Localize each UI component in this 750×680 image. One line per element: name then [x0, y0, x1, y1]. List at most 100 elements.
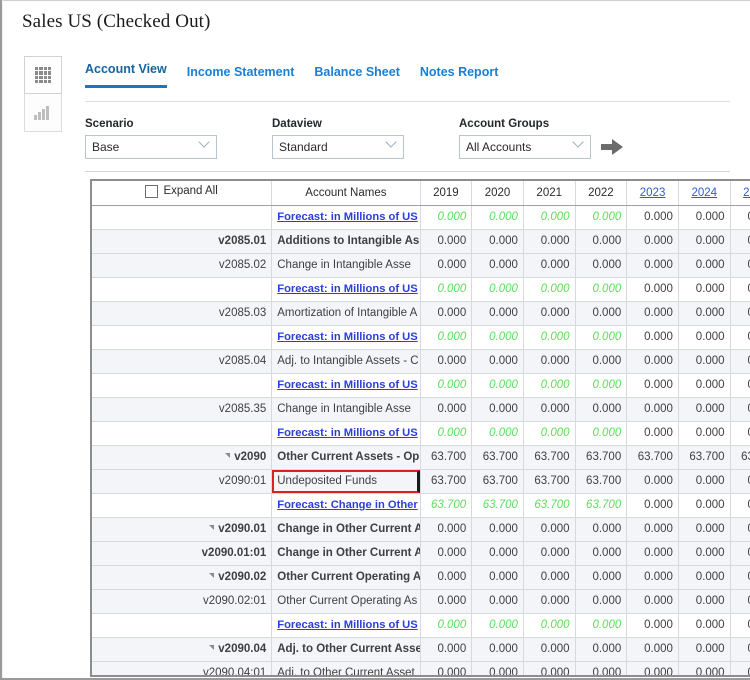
value-cell-2024[interactable]: 0.000 [678, 277, 731, 302]
value-cell-2025[interactable]: 0.000 [730, 229, 750, 254]
value-cell-2021[interactable]: 0.000 [523, 373, 576, 398]
value-cell-2023[interactable]: 0.000 [626, 541, 679, 566]
tab-notes-report[interactable]: Notes Report [420, 65, 498, 88]
account-name-cell[interactable]: Change in Other Current A [271, 541, 421, 566]
value-cell-2024[interactable]: 0.000 [678, 421, 731, 446]
value-cell-2024[interactable]: 0.000 [678, 325, 731, 350]
table-row[interactable]: v2085.04 Adj. to Intangible Assets - C 0.0… [92, 349, 750, 374]
value-cell-2022[interactable]: 63.700 [575, 493, 628, 518]
value-cell-2023[interactable]: 0.000 [626, 493, 679, 518]
value-cell-2021[interactable]: 0.000 [523, 325, 576, 350]
value-cell-2021[interactable]: 0.000 [523, 229, 576, 254]
scenario-select[interactable]: Base [85, 135, 217, 159]
table-row[interactable]: Forecast: in Millions of US 0.000 0.000 0.0… [92, 613, 750, 638]
value-cell-2025[interactable]: 0.000 [730, 637, 750, 662]
chart-view-button[interactable] [24, 94, 62, 132]
value-cell-2025[interactable]: 0.000 [730, 349, 750, 374]
tab-income-statement[interactable]: Income Statement [187, 65, 295, 88]
value-cell-2019[interactable]: 0.000 [420, 253, 473, 278]
value-cell-2021[interactable]: 63.700 [523, 493, 576, 518]
value-cell-2021[interactable]: 0.000 [523, 613, 576, 638]
value-cell-2025[interactable]: 0.000 [730, 589, 750, 614]
value-cell-2021[interactable]: 0.000 [523, 565, 576, 590]
value-cell-2020[interactable]: 0.000 [471, 229, 524, 254]
value-cell-2022[interactable]: 0.000 [575, 205, 628, 230]
value-cell-2024[interactable]: 0.000 [678, 469, 731, 494]
table-row[interactable]: v2090:01 Undeposited Funds 63.700 63.700 63.… [92, 469, 750, 494]
value-cell-2025[interactable]: 0.000 [730, 613, 750, 638]
value-cell-2025[interactable]: 0.000 [730, 493, 750, 518]
account-name-cell[interactable]: Forecast: in Millions of US [271, 421, 421, 446]
value-cell-2024[interactable]: 0.000 [678, 637, 731, 662]
value-cell-2020[interactable]: 0.000 [471, 517, 524, 542]
table-row[interactable]: v2085.35 Change in Intangible Asse 0.000 0.… [92, 397, 750, 422]
value-cell-2019[interactable]: 0.000 [420, 325, 473, 350]
value-cell-2022[interactable]: 0.000 [575, 253, 628, 278]
account-name-cell[interactable]: Other Current Operating A [271, 565, 421, 590]
table-row[interactable]: v2090.02 Other Current Operating A 0.000 0.… [92, 565, 750, 590]
value-cell-2024[interactable]: 0.000 [678, 661, 731, 675]
table-row[interactable]: v2090.02:01 Other Current Operating As 0.0… [92, 589, 750, 614]
value-cell-2021[interactable]: 0.000 [523, 253, 576, 278]
value-cell-2022[interactable]: 0.000 [575, 349, 628, 374]
account-name-cell[interactable]: Additions to Intangible As [271, 229, 421, 254]
value-cell-2020[interactable]: 0.000 [471, 661, 524, 675]
value-cell-2019[interactable]: 0.000 [420, 541, 473, 566]
account-name-cell[interactable]: Forecast: in Millions of US [271, 277, 421, 302]
value-cell-2024[interactable]: 0.000 [678, 253, 731, 278]
value-cell-2022[interactable]: 0.000 [575, 301, 628, 326]
value-cell-2019[interactable]: 63.700 [420, 469, 473, 494]
value-cell-2023[interactable]: 0.000 [626, 325, 679, 350]
forecast-link[interactable]: Forecast: in Millions of US [277, 211, 417, 223]
value-cell-2019[interactable]: 0.000 [420, 229, 473, 254]
value-cell-2019[interactable]: 0.000 [420, 661, 473, 675]
value-cell-2020[interactable]: 0.000 [471, 589, 524, 614]
value-cell-2025[interactable]: 0.000 [730, 373, 750, 398]
value-cell-2021[interactable]: 0.000 [523, 349, 576, 374]
value-cell-2019[interactable]: 0.000 [420, 373, 473, 398]
table-row[interactable]: Forecast: in Millions of US 0.000 0.000 0.0… [92, 205, 750, 230]
value-cell-2025[interactable]: 0.000 [730, 325, 750, 350]
tab-balance-sheet[interactable]: Balance Sheet [314, 65, 399, 88]
value-cell-2025[interactable]: 0.000 [730, 301, 750, 326]
value-cell-2020[interactable]: 63.700 [471, 469, 524, 494]
value-cell-2019[interactable]: 0.000 [420, 613, 473, 638]
account-grid[interactable]: Expand All Account Names 2019 2020 2021 … [90, 179, 750, 677]
value-cell-2023[interactable]: 0.000 [626, 661, 679, 675]
value-cell-2020[interactable]: 63.700 [471, 493, 524, 518]
value-cell-2021[interactable]: 0.000 [523, 421, 576, 446]
value-cell-2023[interactable]: 0.000 [626, 229, 679, 254]
value-cell-2023[interactable]: 0.000 [626, 349, 679, 374]
value-cell-2024[interactable]: 0.000 [678, 301, 731, 326]
value-cell-2022[interactable]: 0.000 [575, 613, 628, 638]
table-row[interactable]: v2085.01 Additions to Intangible As 0.000 0… [92, 229, 750, 254]
tab-account-view[interactable]: Account View [85, 62, 167, 88]
value-cell-2021[interactable]: 0.000 [523, 637, 576, 662]
value-cell-2023[interactable]: 0.000 [626, 277, 679, 302]
table-row[interactable]: Forecast: in Millions of US 0.000 0.000 0.0… [92, 373, 750, 398]
account-name-cell[interactable]: Forecast: in Millions of US [271, 205, 421, 230]
account-name-cell[interactable]: Change in Intangible Asse [271, 397, 421, 422]
value-cell-2022[interactable]: 0.000 [575, 229, 628, 254]
value-cell-2019[interactable]: 0.000 [420, 565, 473, 590]
value-cell-2019[interactable]: 0.000 [420, 277, 473, 302]
value-cell-2022[interactable]: 63.700 [575, 445, 628, 470]
value-cell-2019[interactable]: 63.700 [420, 493, 473, 518]
table-row[interactable]: Forecast: in Millions of US 0.000 0.000 0.0… [92, 325, 750, 350]
value-cell-2025[interactable]: 0.000 [730, 421, 750, 446]
year-header-2023[interactable]: 2023 [626, 181, 679, 206]
value-cell-2022[interactable]: 0.000 [575, 661, 628, 675]
account-name-cell[interactable]: Forecast: Change in Other [271, 493, 421, 518]
value-cell-2024[interactable]: 0.000 [678, 229, 731, 254]
grid-view-button[interactable] [24, 56, 62, 94]
table-row[interactable]: Forecast: Change in Other 63.700 63.700 63.… [92, 493, 750, 518]
value-cell-2024[interactable]: 0.000 [678, 349, 731, 374]
value-cell-2024[interactable]: 0.000 [678, 493, 731, 518]
value-cell-2021[interactable]: 0.000 [523, 205, 576, 230]
account-name-cell[interactable]: Other Current Assets - Op [271, 445, 421, 470]
value-cell-2021[interactable]: 0.000 [523, 397, 576, 422]
value-cell-2023[interactable]: 0.000 [626, 469, 679, 494]
table-row[interactable]: v2090.04 Adj. to Other Current Asse 0.000 0… [92, 637, 750, 662]
value-cell-2024[interactable]: 0.000 [678, 517, 731, 542]
expander-triangle-icon[interactable] [209, 525, 215, 531]
